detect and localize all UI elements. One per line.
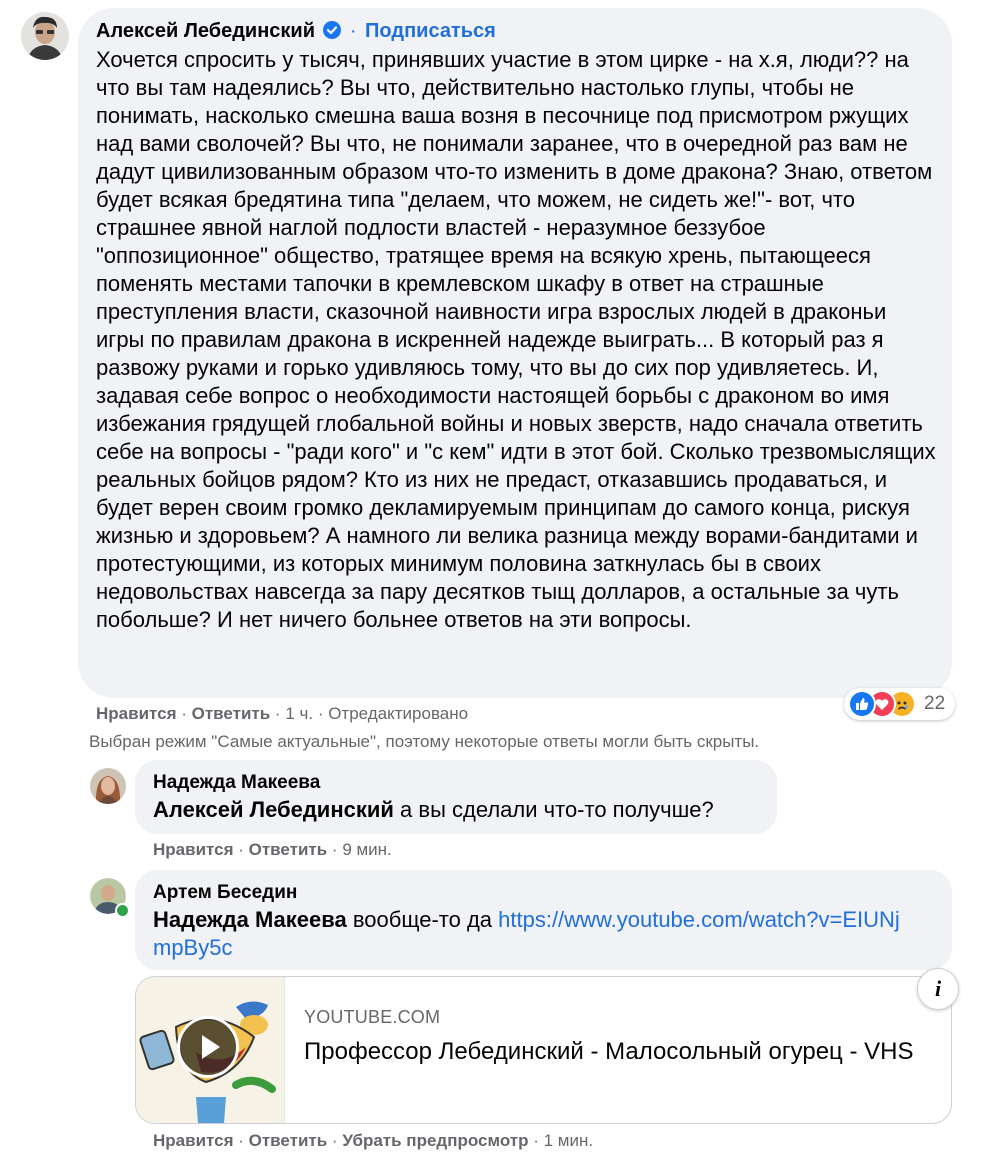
info-icon[interactable]: i — [917, 968, 959, 1010]
avatar-aleksey[interactable] — [21, 12, 69, 60]
preview-title[interactable]: Профессор Лебединский - Малосольный огур… — [304, 1037, 934, 1066]
reply-button[interactable]: Ответить — [249, 1131, 328, 1150]
reactions-summary[interactable]: 22 — [844, 688, 956, 720]
reply-actions: Нравится · Ответить · 9 мин. — [153, 840, 392, 860]
reply-time[interactable]: 9 мин. — [342, 840, 391, 859]
verified-badge-icon — [323, 21, 342, 39]
separator: · — [317, 704, 329, 723]
avatar-image — [21, 12, 69, 60]
like-button[interactable]: Нравится — [96, 704, 177, 723]
reply-body: вообще-то да — [346, 907, 499, 932]
comment-time[interactable]: 1 ч. — [285, 704, 313, 723]
mention-link[interactable]: Алексей Лебединский — [153, 797, 394, 822]
like-button[interactable]: Нравится — [153, 840, 234, 859]
like-button[interactable]: Нравится — [153, 1131, 234, 1150]
play-icon[interactable] — [177, 1016, 239, 1078]
reply-bubble: Надежда Макеева Алексей Лебединский а вы… — [135, 760, 777, 834]
avatar-image — [90, 768, 126, 804]
separator: · — [238, 840, 249, 859]
separator: · — [181, 704, 192, 723]
edited-label[interactable]: Отредактировано — [328, 704, 468, 723]
comment-bubble: Алексей Лебединский · Подписаться Хочетс… — [78, 8, 952, 698]
comment-header: Алексей Лебединский · Подписаться — [96, 20, 496, 43]
reply-button[interactable]: Ответить — [249, 840, 328, 859]
reply-time[interactable]: 1 мин. — [544, 1131, 593, 1150]
separator: · — [331, 840, 343, 859]
reply-text: Надежда Макеева вообще-то да https://www… — [153, 906, 913, 962]
comment-actions: Нравится · Ответить · 1 ч. · Отредактиро… — [96, 704, 468, 724]
avatar-nadezhda[interactable] — [90, 768, 126, 804]
reactions-count: 22 — [924, 693, 946, 714]
preview-thumbnail[interactable] — [136, 977, 285, 1123]
reply-author[interactable]: Артем Беседин — [153, 882, 297, 904]
follow-button[interactable]: Подписаться — [365, 20, 496, 42]
separator: · — [238, 1131, 249, 1150]
reply-author[interactable]: Надежда Макеева — [153, 772, 320, 794]
link-preview-card[interactable]: YOUTUBE.COM Профессор Лебединский - Мало… — [135, 976, 952, 1124]
reply-actions: Нравится · Ответить · Убрать предпросмот… — [153, 1131, 593, 1151]
mention-link[interactable]: Надежда Макеева — [153, 907, 347, 932]
like-reaction-icon — [848, 690, 876, 718]
separator: · — [331, 1131, 343, 1150]
reply-button[interactable]: Ответить — [192, 704, 271, 723]
sort-notice: Выбран режим "Самые актуальные", поэтому… — [89, 732, 760, 751]
separator: · — [274, 704, 286, 723]
preview-domain: YOUTUBE.COM — [304, 1007, 441, 1027]
comment-text: Хочется спросить у тысяч, принявших учас… — [96, 47, 936, 632]
reply-text: Алексей Лебединский а вы сделали что-то … — [153, 796, 714, 824]
remove-preview-button[interactable]: Убрать предпросмотр — [342, 1131, 528, 1150]
header-separator: · — [349, 20, 357, 42]
reply-bubble: Артем Беседин Надежда Макеева вообще-то … — [135, 870, 952, 970]
separator: · — [533, 1131, 544, 1150]
comment-author[interactable]: Алексей Лебединский — [96, 20, 315, 42]
reply-body: а вы сделали что-то получше? — [393, 797, 714, 822]
online-status-icon — [115, 903, 130, 918]
avatar-artem[interactable] — [90, 878, 130, 918]
